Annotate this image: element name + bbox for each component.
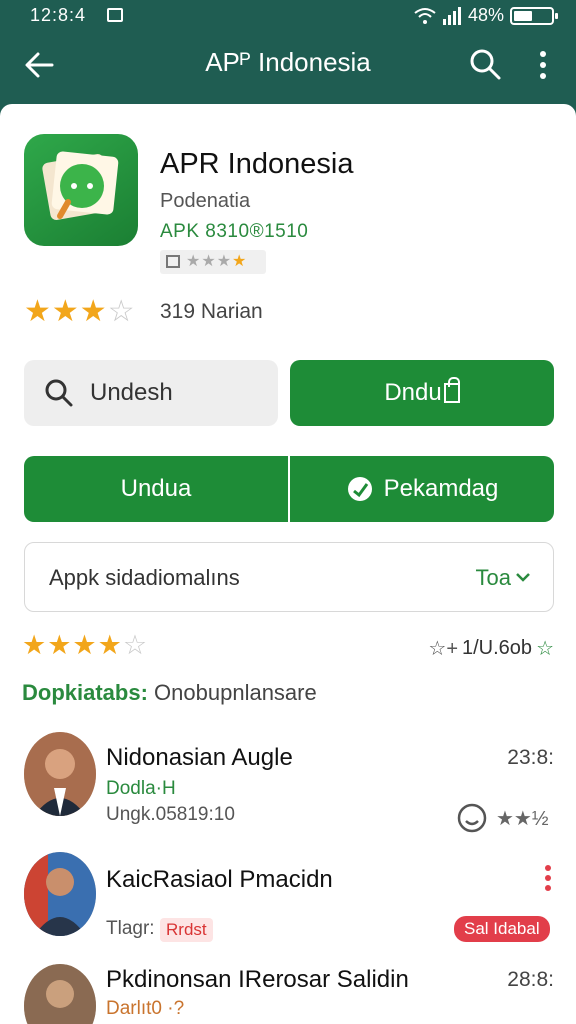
search-icon: [45, 379, 73, 407]
select-value: Toa: [475, 565, 511, 590]
shield-check-icon: [347, 477, 372, 501]
item-name: Pkdinonsan IRerosar Salidin: [106, 966, 409, 993]
app-name: APR Indonesia: [160, 148, 354, 180]
search-app-label: Undesh: [90, 379, 173, 406]
sim-icon: [107, 8, 123, 22]
avatar: [24, 732, 96, 816]
app-detail-card: APR Indonesia Podenatia APK 8310®1510 ★★…: [0, 104, 576, 1024]
search-icon[interactable]: [468, 47, 502, 81]
download-label: Dndu: [384, 379, 442, 406]
search-app-button[interactable]: Undesh: [24, 360, 278, 426]
item-name: KaicRasiaol Pmacidn: [106, 866, 333, 893]
rating-summary[interactable]: ☆+ 1/U.6ob ☆: [428, 636, 554, 661]
rating-box-icon: [166, 255, 180, 268]
app-bar: APᴾ Indonesia: [0, 32, 576, 102]
app-developer[interactable]: Podenatia: [160, 190, 250, 213]
status-bar: 12:8:4 48%: [0, 0, 576, 32]
list-item[interactable]: Nidonasian Augle Dodla·H Ungk.05819:10 2…: [0, 732, 576, 842]
battery-icon: [510, 6, 558, 25]
star-rating: ★★★☆: [24, 295, 136, 328]
unduh-button[interactable]: Undua: [24, 456, 288, 522]
chevron-down-icon: [516, 573, 530, 582]
more-vert-icon[interactable]: [542, 864, 554, 892]
section-rest: Onobupnlansare: [154, 680, 317, 705]
status-time: 12:8:4: [30, 5, 87, 25]
wifi-icon: [414, 7, 436, 24]
item-meta: Ungk.05819:10: [106, 804, 235, 825]
list-item[interactable]: Pkdinonsan IRerosar Salidin Darlıt0 ·? 2…: [0, 964, 576, 1024]
item-sub: Dodla·H: [106, 778, 176, 799]
smiley-icon[interactable]: [456, 802, 488, 834]
item-meta: Tlagr:: [106, 918, 155, 939]
review-stars: ★★★★☆: [22, 630, 149, 660]
tag-pill[interactable]: Sal Idabal: [454, 916, 550, 942]
mini-stars: ★★★★: [186, 253, 248, 270]
battery-percent: 48%: [467, 5, 504, 25]
download-button[interactable]: Dndu: [290, 360, 554, 426]
status-right: 48%: [414, 5, 558, 26]
more-vert-icon[interactable]: [530, 49, 556, 81]
permission-label: Pekamdag: [383, 475, 499, 502]
item-time: 23:8:: [507, 746, 554, 769]
item-sub: Darlıt0 ·?: [106, 998, 185, 1019]
avatar: [24, 852, 96, 936]
section-bold: Dopkiatabs:: [22, 680, 148, 705]
app-logo-icon: [24, 134, 138, 246]
item-name: Nidonasian Augle: [106, 744, 293, 771]
app-apk-version: APK 8310®1510: [160, 221, 309, 242]
content-rating-badge: ★★★★: [160, 250, 266, 274]
item-time: 28:8:: [507, 968, 554, 991]
star-icon: ☆: [536, 638, 554, 660]
rating-count: 319 Narian: [160, 300, 263, 323]
star-outline-icon: ☆+: [428, 638, 458, 660]
avatar: [24, 964, 96, 1024]
permission-button[interactable]: Pekamdag: [290, 456, 554, 522]
status-badge: Rrdst: [160, 918, 213, 942]
select-label: Appk sidadiomalıns: [49, 565, 240, 590]
version-select[interactable]: Appk sidadiomalıns Toa: [24, 542, 554, 612]
unduh-label: Undua: [120, 475, 192, 502]
rating-summary-value: 1/U.6ob: [462, 637, 533, 659]
item-rating-stars: ★★½: [496, 808, 549, 830]
section-heading: Dopkiatabs: Onobupnlansare: [22, 680, 317, 706]
lock-icon: [443, 377, 460, 403]
list-item[interactable]: KaicRasiaol Pmacidn Tlagr: Rrdst Sal Ida…: [0, 852, 576, 962]
signal-icon: [442, 6, 461, 25]
